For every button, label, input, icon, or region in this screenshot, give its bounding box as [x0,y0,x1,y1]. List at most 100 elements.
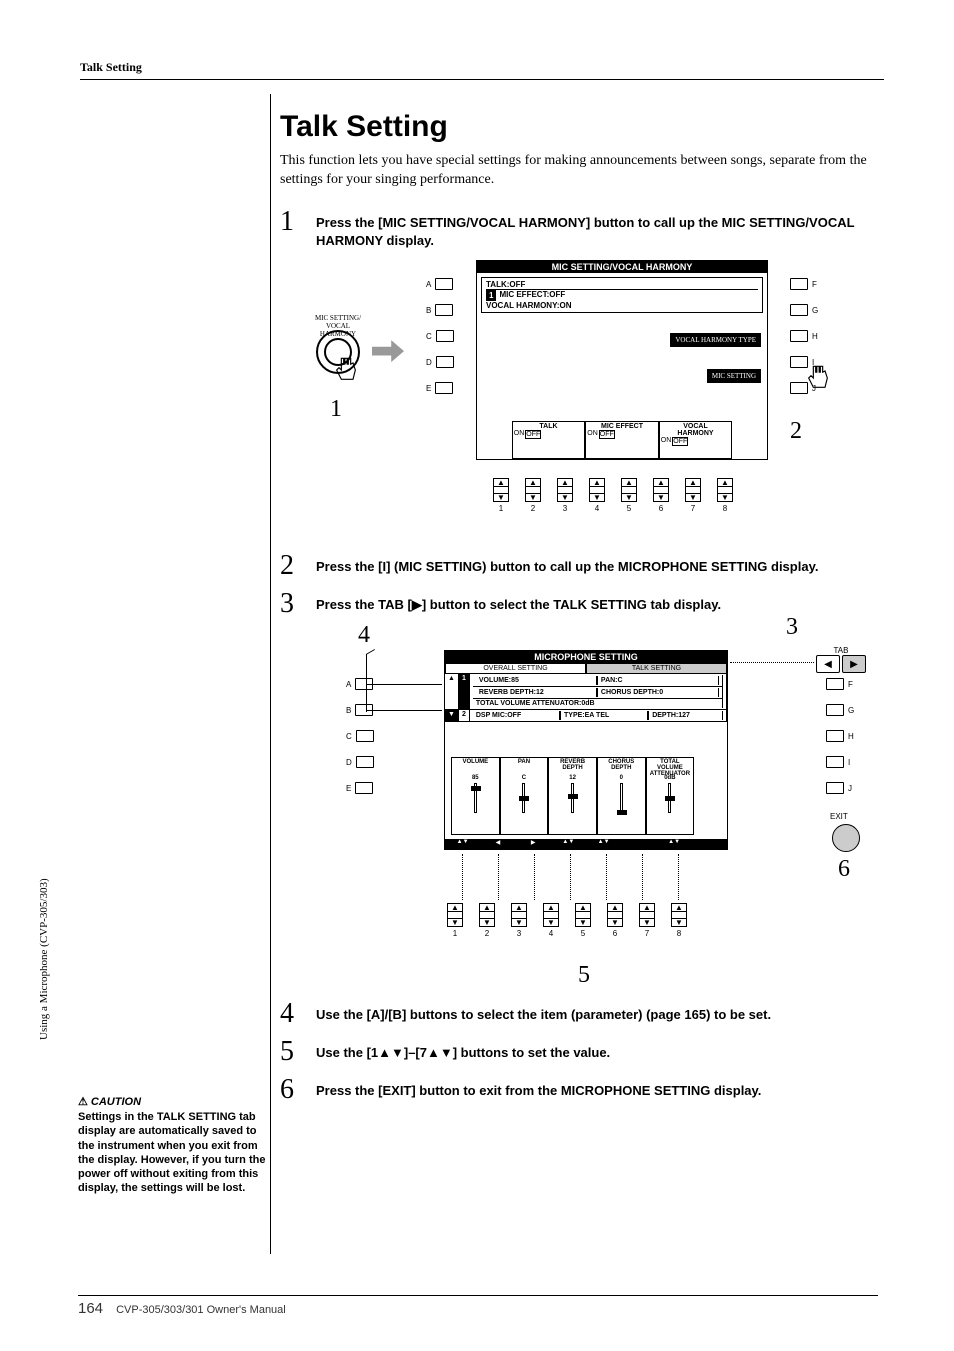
slider-4: TOTAL VOLUME ATTENUATOR0dB [646,757,695,835]
callout-1: 1 [330,396,342,423]
screen-bottom-tab: ▲▼ [551,839,586,849]
step-6: 6 Press the [EXIT] button to exit from t… [280,1076,870,1104]
screen-bottom-tab: ▶ [516,839,551,849]
step-text: Use the [1▲▼]–[7▲▼] buttons to set the v… [316,1038,610,1062]
dotted-leader [606,854,607,900]
screen-bottom-tab [621,839,656,849]
tab-label: TAB [816,646,866,655]
screen-bottom-tab: ◀ [480,839,515,849]
panel-button-f: F [826,678,854,690]
updown-button-4: ▲▼4 [588,478,606,513]
tab-left-button: ◀ [816,655,840,673]
updown-button-2: ▲▼2 [478,903,496,938]
figure-1: MIC SETTING/ VOCAL HARMONY 1 ABCDE FGHIJ… [316,260,870,540]
screen2-title: MICROPHONE SETTING [445,651,727,663]
updown-button-4: ▲▼4 [542,903,560,938]
screen1-title: MIC SETTING/VOCAL HARMONY [477,261,767,273]
callout-2: 2 [790,418,802,445]
step-4: 4 Use the [A]/[B] buttons to select the … [280,1000,870,1028]
panel-button-j: J [826,782,854,794]
lcd-screen-2: MICROPHONE SETTING OVERALL SETTINGTALK S… [444,650,728,850]
caution-body: Settings in the TALK SETTING tab display… [78,1110,274,1196]
arrow-icon [372,340,404,362]
updown-button-5: ▲▼5 [574,903,592,938]
step-text: Press the [I] (MIC SETTING) button to ca… [316,552,818,576]
exit-label: EXIT [830,812,848,821]
slider-0: VOLUME85 [451,757,500,835]
updown-button-6: ▲▼6 [606,903,624,938]
panel-button-g: G [790,304,818,316]
page-footer: 164 CVP-305/303/301 Owner's Manual [78,1295,878,1317]
tab-right-button: ▶ [842,655,866,673]
updown-button-7: ▲▼7 [638,903,656,938]
dotted-leader [462,854,463,900]
tab-button-group: TAB ◀ ▶ [816,646,866,673]
updown-button-1: ▲▼1 [492,478,510,513]
step-number: 6 [280,1076,316,1104]
screen-bottom-tab: ▲▼ [445,839,480,849]
step-number: 5 [280,1038,316,1066]
step-number: 3 [280,590,316,618]
slider-2: REVERB DEPTH12 [548,757,597,835]
slider-1: PANC [500,757,549,835]
panel-button-c: C [426,330,454,342]
updown-button-3: ▲▼3 [556,478,574,513]
updown-button-6: ▲▼6 [652,478,670,513]
vertical-divider [270,94,271,1254]
screen-footer-vocal-harmony: VOCAL HARMONYONOFF [659,421,733,459]
panel-button-e: E [426,382,454,394]
updown-button-8: ▲▼8 [670,903,688,938]
step-number: 1 [280,208,316,236]
panel-button-e: E [346,782,374,794]
updown-button-3: ▲▼3 [510,903,528,938]
screen-bottom-tab: ▲▼ [657,839,692,849]
panel-button-g: G [826,704,854,716]
slider-3: CHORUS DEPTH0 [597,757,646,835]
panel-button-f: F [790,278,818,290]
screen-tab: OVERALL SETTING [445,663,586,674]
updown-button-5: ▲▼5 [620,478,638,513]
step-5: 5 Use the [1▲▼]–[7▲▼] buttons to set the… [280,1038,870,1066]
step-1: 1 Press the [MIC SETTING/VOCAL HARMONY] … [280,208,870,250]
step-text: Press the [MIC SETTING/VOCAL HARMONY] bu… [316,208,870,250]
callout-3: 3 [786,614,798,641]
step-3: 3 Press the TAB [▶] button to select the… [280,590,870,618]
step-text: Use the [A]/[B] buttons to select the it… [316,1000,771,1024]
panel-button-h: H [826,730,854,742]
dotted-leader [534,854,535,900]
updown-button-7: ▲▼7 [684,478,702,513]
updown-button-1: ▲▼1 [446,903,464,938]
caution-heading: CAUTION [78,1095,274,1108]
caution-block: CAUTION Settings in the TALK SETTING tab… [78,1095,274,1196]
mic-setting-btn: MIC SETTING [707,369,761,383]
panel-button-b: B [426,304,454,316]
page-title: Talk Setting [280,110,870,144]
vocal-harmony-type-btn: VOCAL HARMONY TYPE [670,333,761,347]
dotted-leader [642,854,643,900]
callout-6: 6 [838,856,850,883]
screen-bottom-tab [692,839,727,849]
step-number: 4 [280,1000,316,1028]
hand-pointer-icon [804,364,832,392]
running-head: Talk Setting [80,60,884,80]
screen-bottom-tab: ▲▼ [586,839,621,849]
dotted-leader [570,854,571,900]
intro-text: This function lets you have special sett… [280,152,870,190]
dotted-leader [730,662,814,663]
step-number: 2 [280,552,316,580]
dotted-leader [678,854,679,900]
updown-button-2: ▲▼2 [524,478,542,513]
exit-button [832,824,860,852]
step-text: Press the TAB [▶] button to select the T… [316,590,721,614]
panel-button-d: D [346,756,374,768]
figure-2: 3 4 TAB ◀ ▶ ABCDE FGHIJ MICROPHON [316,628,870,988]
screen-tab: TALK SETTING [586,663,727,674]
screen-footer-talk: TALKONOFF [512,421,586,459]
chapter-tab-vertical: Using a Microphone (CVP-305/303) [38,760,56,1040]
panel-button-h: H [790,330,818,342]
screen-footer-mic-effect: MIC EFFECTONOFF [585,421,659,459]
step-2: 2 Press the [I] (MIC SETTING) button to … [280,552,870,580]
panel-button-i: I [826,756,854,768]
updown-button-8: ▲▼8 [716,478,734,513]
step-text: Press the [EXIT] button to exit from the… [316,1076,761,1100]
